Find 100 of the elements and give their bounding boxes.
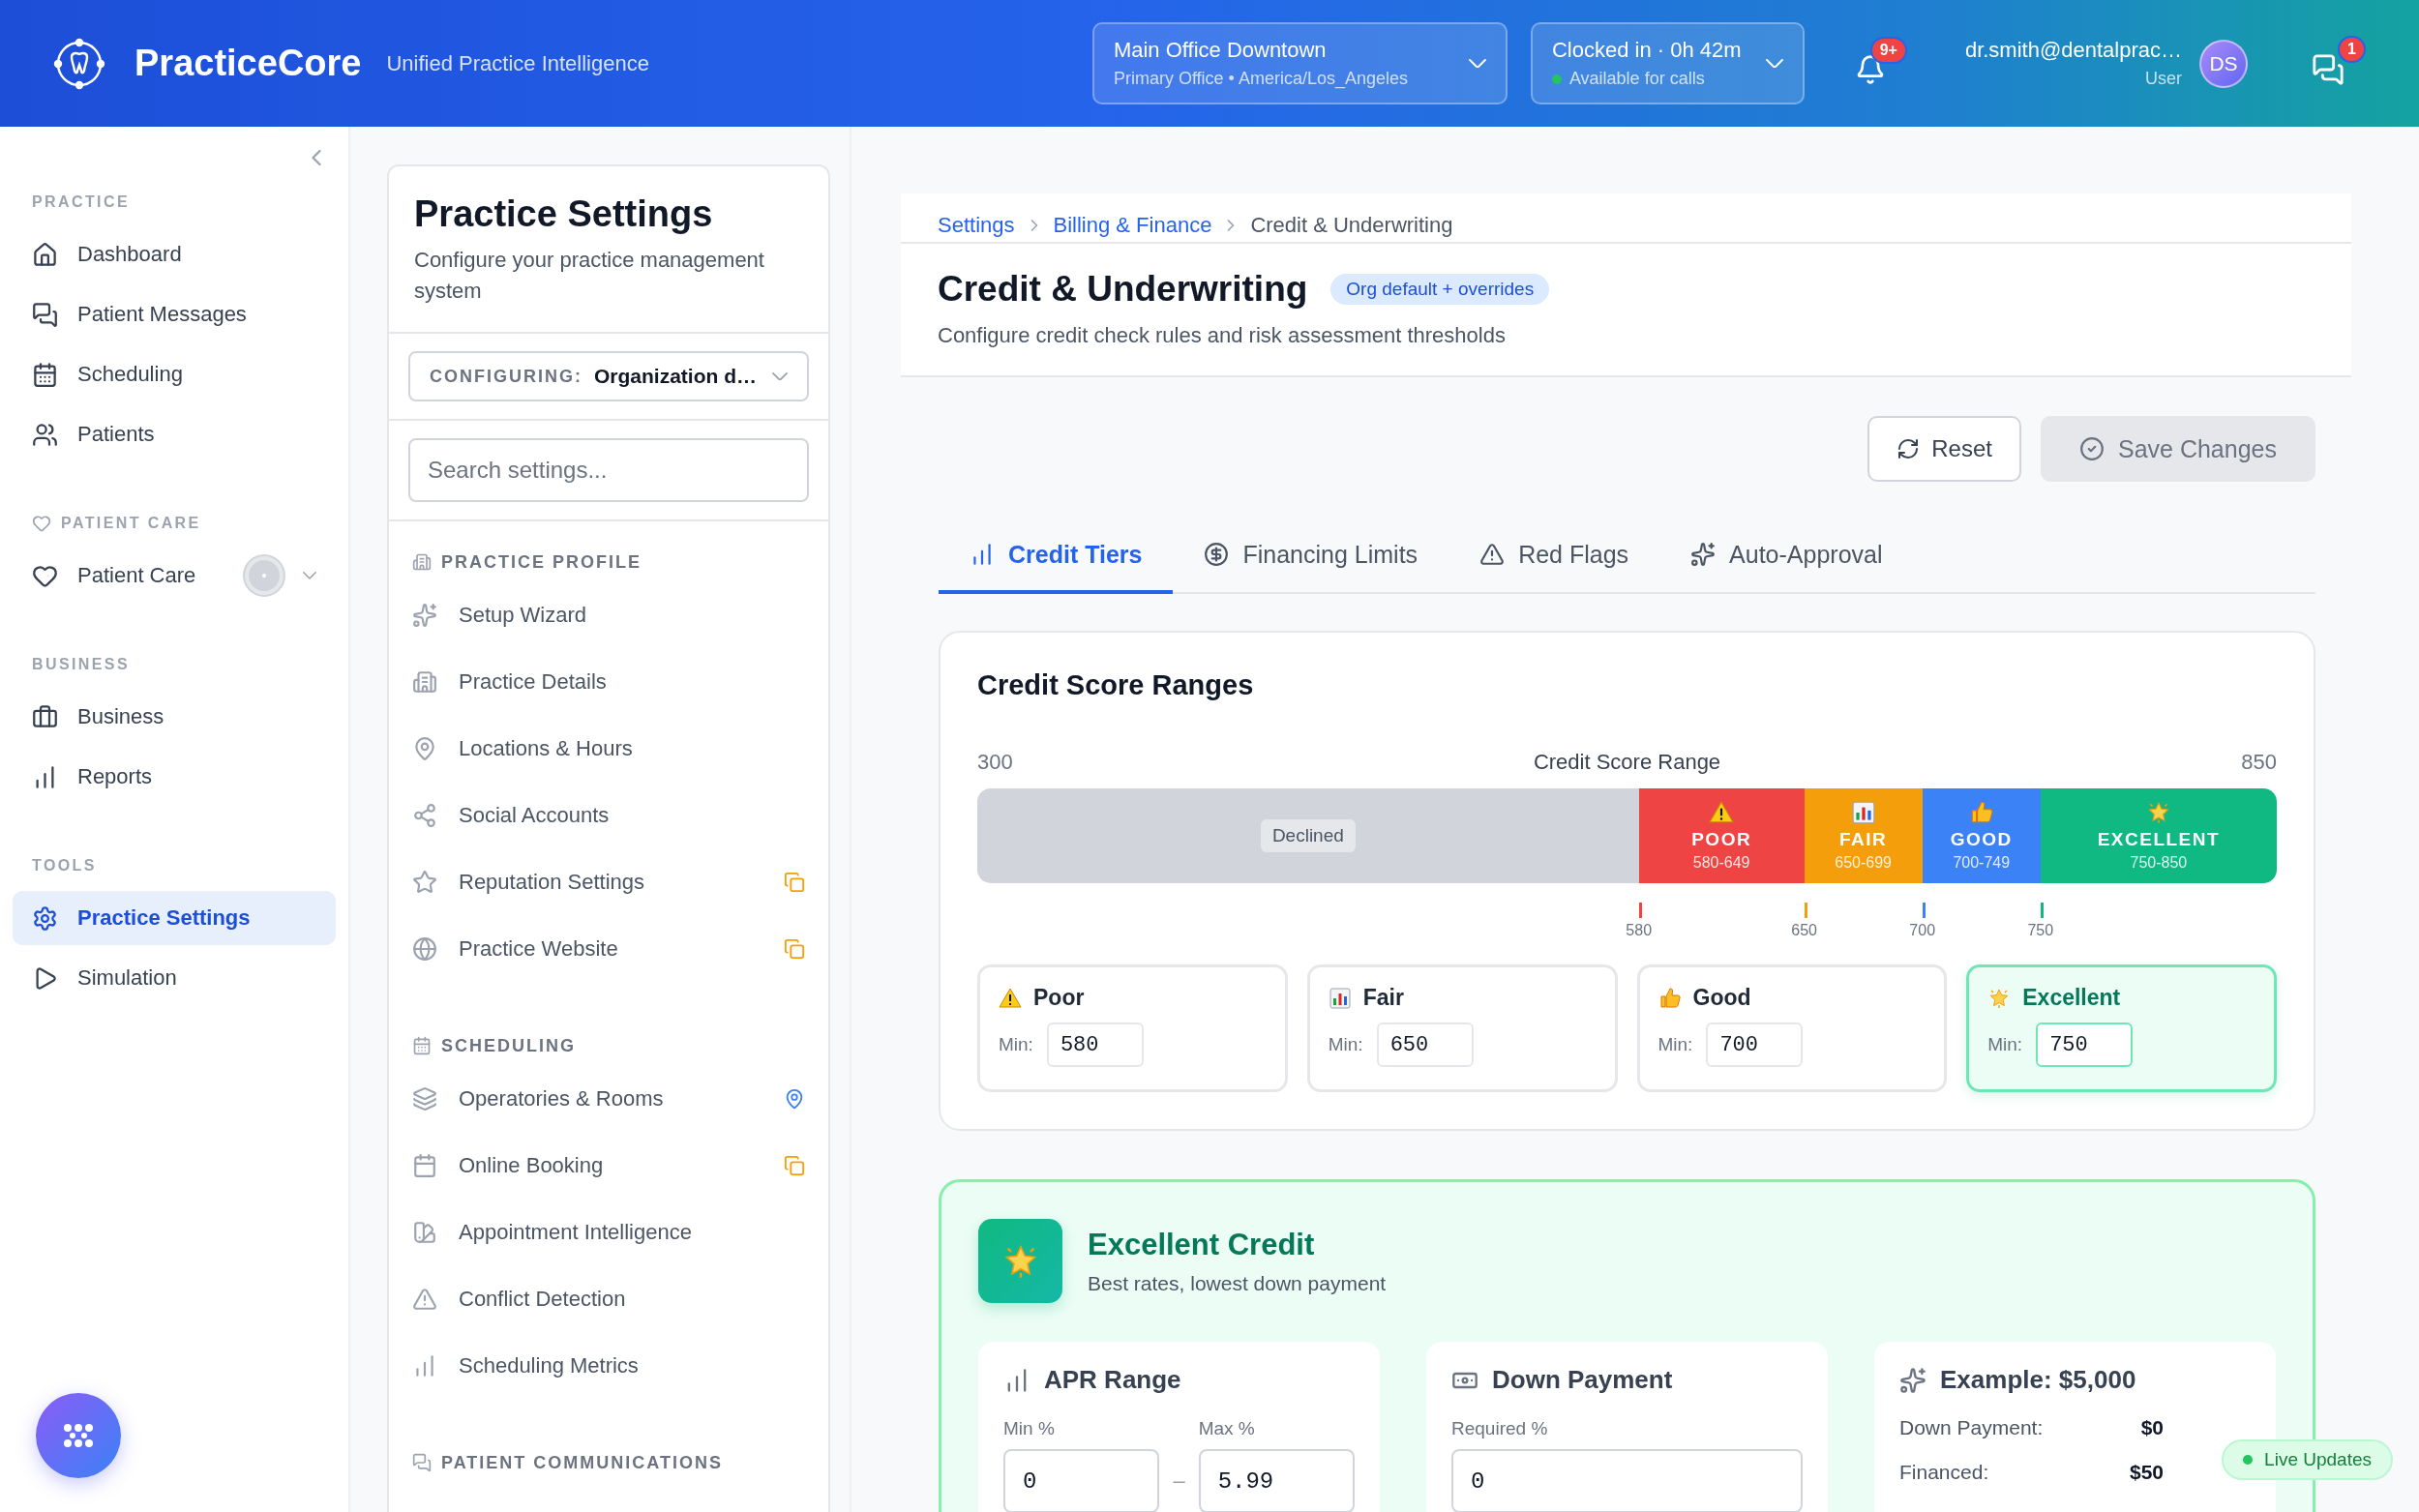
bar-chart-icon (1850, 800, 1876, 825)
settings-item[interactable]: Reputation Settings (389, 848, 828, 915)
tab[interactable]: Financing Limits (1173, 519, 1449, 594)
chat-bubbles-icon (412, 1453, 432, 1472)
copy-icon (784, 871, 805, 893)
notifications-button[interactable]: 9+ (1848, 36, 1907, 91)
tick-mark (1804, 903, 1807, 918)
sidebar-item[interactable]: Scheduling (13, 347, 336, 401)
tick-mark (1922, 903, 1926, 918)
min-label: Min: (1657, 1034, 1693, 1055)
location-selector[interactable]: Main Office Downtown Primary Office • America/Los_Angeles (1091, 22, 1508, 104)
example-value: $50 (2129, 1461, 2164, 1484)
tab[interactable]: Red Flags (1448, 519, 1660, 594)
tier-card[interactable]: Good Min: 700 (1636, 964, 1948, 1092)
tier-name: Poor (1033, 985, 1085, 1011)
tier-card[interactable]: Fair Min: 650 (1306, 964, 1618, 1092)
breadcrumb-link[interactable]: Settings (938, 213, 1015, 238)
tick-mark (2040, 903, 2044, 918)
share-icon (412, 802, 437, 828)
settings-item[interactable]: Online Booking (389, 1132, 828, 1199)
globe-icon (412, 935, 437, 962)
min-score-field[interactable]: 580 (1046, 1023, 1144, 1067)
settings-item[interactable]: Practice Website (389, 915, 828, 982)
clock-status-selector[interactable]: Clocked in · 0h 42m Available for calls (1530, 22, 1805, 104)
group-label: PATIENT COMMUNICATIONS (441, 1452, 723, 1473)
configuring-dropdown[interactable]: CONFIGURING: Organization d… (408, 351, 809, 401)
chevron-down-icon (1765, 58, 1783, 69)
search-field[interactable]: Search settings... (408, 438, 809, 502)
settings-item[interactable]: Operatories & Rooms (389, 1065, 828, 1132)
section-label: TOOLS (32, 857, 97, 875)
scope-badge: Org default + overrides (1330, 274, 1550, 305)
sparkles-icon (412, 602, 437, 628)
max-apr-field[interactable]: 5.99 (1198, 1449, 1355, 1512)
tick-label: 750 (2027, 922, 2054, 939)
example-label: Financed: (1899, 1461, 1989, 1484)
check-circle-icon (2079, 436, 2105, 461)
card-title: APR Range (1044, 1365, 1181, 1395)
min-score-field[interactable]: 650 (1376, 1023, 1474, 1067)
tier-detail-subtitle: Best rates, lowest down payment (1088, 1271, 1387, 1295)
settings-item[interactable]: Practice Details (389, 648, 828, 715)
settings-item[interactable]: Appointment Intelligence (389, 1199, 828, 1265)
settings-item[interactable]: Setup Wizard (389, 581, 828, 648)
tab[interactable]: Auto-Approval (1659, 519, 1914, 594)
swatch-icon (412, 1219, 437, 1245)
messages-button[interactable]: 1 (2306, 35, 2366, 92)
section-label: BUSINESS (32, 656, 130, 673)
tier-segment: POOR 580-649 (1638, 788, 1805, 883)
apps-button[interactable] (36, 1393, 121, 1478)
status-dot (2243, 1455, 2254, 1465)
declined-label: Declined (1260, 819, 1356, 852)
tier-segment: EXCELLENT 750-850 (2040, 788, 2277, 883)
card-title: Credit Score Ranges (977, 669, 1255, 701)
warning-icon (1709, 800, 1735, 825)
page-subtitle: Configure credit check rules and risk assessment thresholds (938, 323, 1507, 348)
copy-icon (784, 937, 805, 960)
sidebar-item[interactable]: Patient Messages (13, 287, 336, 341)
min-score-field[interactable]: 700 (1706, 1023, 1804, 1067)
sidebar-item[interactable]: Patient Care (13, 548, 336, 603)
breadcrumb-link[interactable]: Billing & Finance (1053, 213, 1212, 238)
tick-mark (1638, 903, 1642, 918)
chat-bubbles-icon (32, 301, 58, 328)
sidebar-item[interactable]: Reports (13, 750, 336, 804)
tier-segment: GOOD 700-749 (1922, 788, 2041, 883)
sidebar-item[interactable]: Dashboard (13, 227, 336, 282)
settings-item[interactable]: Conflict Detection (389, 1265, 828, 1332)
sidebar-item[interactable]: Practice Settings (13, 891, 336, 945)
tick-label: 580 (1626, 922, 1653, 939)
tab[interactable]: Credit Tiers (939, 519, 1174, 594)
scale-label: Credit Score Range (1533, 750, 1721, 775)
chat-bubbles-icon (2312, 52, 2344, 86)
sidebar-item[interactable]: Patients (13, 407, 336, 461)
min-apr-field[interactable]: 0 (1003, 1449, 1160, 1512)
calendar-icon (412, 1036, 432, 1055)
sidebar-item[interactable]: Simulation (13, 951, 336, 1005)
tagline: Unified Practice Intelligence (386, 50, 649, 76)
reset-button[interactable]: Reset (1867, 416, 2021, 482)
building-icon (412, 552, 432, 572)
chevron-down-icon (303, 572, 316, 579)
min-score-field[interactable]: 750 (2036, 1023, 2134, 1067)
group-label: PRACTICE PROFILE (441, 551, 642, 573)
chevron-down-icon (1468, 58, 1486, 69)
tier-card[interactable]: Excellent Min: 750 (1966, 964, 2277, 1092)
briefcase-icon (32, 703, 58, 730)
scale-max: 850 (2241, 750, 2277, 775)
settings-item[interactable]: Locations & Hours (389, 715, 828, 782)
live-updates-label: Live Updates (2264, 1449, 2372, 1470)
heart-icon (32, 514, 51, 533)
tier-detail-title: Excellent Credit (1088, 1227, 1316, 1262)
sidebar-item[interactable]: Business (13, 690, 336, 744)
bar-chart-icon (1328, 986, 1352, 1010)
settings-item[interactable]: Social Accounts (389, 782, 828, 848)
group-label: SCHEDULING (441, 1035, 576, 1056)
calendar-icon (32, 361, 58, 388)
sparkles-icon (1690, 542, 1717, 567)
settings-item[interactable]: Scheduling Metrics (389, 1332, 828, 1399)
user-email: dr.smith@dentalprac… (1964, 38, 2182, 63)
tier-name: Fair (1362, 985, 1404, 1011)
down-payment-field[interactable]: 0 (1451, 1449, 1803, 1512)
users-icon (32, 421, 58, 448)
tier-card[interactable]: Poor Min: 580 (977, 964, 1288, 1092)
